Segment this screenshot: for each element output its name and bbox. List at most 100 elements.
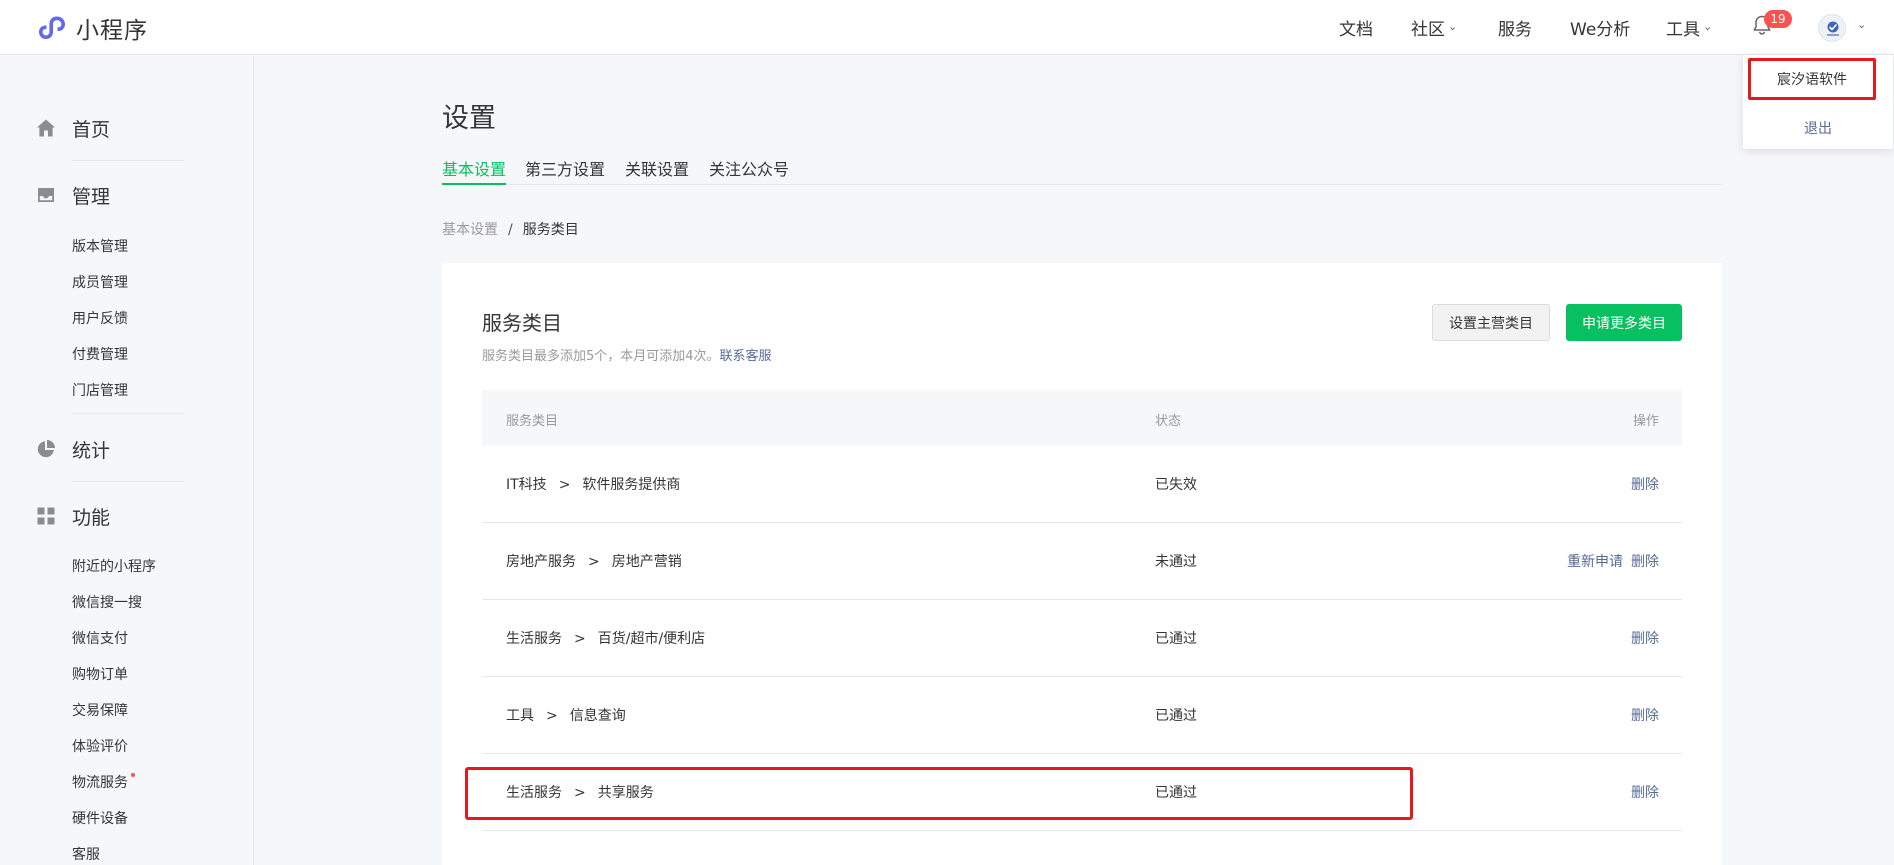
section-description: 服务类目最多添加5个，本月可添加4次。联系客服 (482, 345, 772, 364)
home-icon (37, 119, 55, 137)
nav-services-label: 服务 (1498, 20, 1532, 40)
breadcrumb-parent[interactable]: 基本设置 (442, 222, 498, 238)
delete-link[interactable]: 删除 (1631, 631, 1659, 647)
secondary-category: 软件服务提供商 (582, 477, 681, 493)
nav-community-label: 社区 (1411, 20, 1445, 40)
set-main-category-button[interactable]: 设置主营类目 (1432, 304, 1550, 341)
description-text: 服务类目最多添加5个，本月可添加4次。 (482, 349, 720, 364)
status-cell: 未通过 (1155, 554, 1197, 570)
category-arrow: > (558, 477, 571, 493)
settings-tabs: 基本设置 第三方设置 关联设置 关注公众号 (442, 156, 1722, 185)
primary-category: 房地产服务 (506, 554, 576, 570)
nav-we-analysis-label: We分析 (1570, 20, 1631, 40)
sidebar-item-customer-service[interactable]: 客服 (72, 844, 100, 864)
table-row: 生活服务 > 共享服务 已通过 删除 (482, 754, 1682, 831)
sidebar-item-logistics[interactable]: 物流服务 (72, 772, 135, 792)
sidebar-item-manage[interactable]: 管理 (36, 181, 110, 209)
inbox-icon (38, 188, 54, 202)
column-header-status: 状态 (1155, 414, 1182, 429)
table-row: 工具 > 信息查询 已通过 删除 (482, 677, 1682, 754)
category-cell: 生活服务 > 百货/超市/便利店 (506, 628, 705, 648)
chevron-down-icon: ⌄ (1448, 20, 1458, 33)
sidebar-item-experience-review[interactable]: 体验评价 (72, 736, 128, 756)
primary-category: 生活服务 (506, 631, 562, 647)
actions-cell: 删除 (1631, 474, 1659, 494)
sidebar-item-statistics[interactable]: 统计 (36, 435, 110, 463)
category-cell: IT科技 > 软件服务提供商 (506, 474, 680, 494)
column-header-category: 服务类目 (506, 414, 559, 429)
notification-badge: 19 (1764, 10, 1792, 28)
secondary-category: 信息查询 (569, 708, 626, 724)
nav-we-analysis[interactable]: We分析 (1570, 0, 1630, 55)
delete-link[interactable]: 删除 (1631, 708, 1659, 724)
pie-chart-icon (37, 440, 55, 458)
secondary-category: 百货/超市/便利店 (597, 631, 706, 647)
table-row: 房地产服务 > 房地产营销 未通过 重新申请 删除 (482, 523, 1682, 600)
sidebar-item-wechat-search[interactable]: 微信搜一搜 (72, 592, 142, 612)
actions-cell: 删除 (1631, 705, 1659, 725)
page-title: 设置 (442, 103, 496, 134)
chevron-down-icon[interactable]: ⌄ (1857, 18, 1866, 31)
tab-third-party-settings[interactable]: 第三方设置 (525, 156, 605, 185)
sidebar-item-label: 统计 (72, 439, 111, 462)
tab-follow-official-account[interactable]: 关注公众号 (709, 156, 789, 185)
category-arrow: > (574, 631, 586, 647)
chevron-down-icon: ⌄ (1703, 20, 1713, 33)
grid-icon (37, 507, 55, 525)
primary-category: IT科技 (506, 477, 547, 493)
tab-basic-settings[interactable]: 基本设置 (442, 156, 507, 185)
sidebar-item-payment-manage[interactable]: 付费管理 (72, 344, 128, 364)
category-arrow: > (574, 785, 586, 801)
sidebar-item-trade-guarantee[interactable]: 交易保障 (72, 700, 128, 720)
table-row: 生活服务 > 百货/超市/便利店 已通过 删除 (482, 600, 1682, 677)
nav-docs[interactable]: 文档 (1339, 0, 1373, 55)
logo[interactable]: 小程序 (36, 11, 148, 45)
sidebar-item-label: 功能 (72, 506, 111, 529)
app-name: 小程序 (76, 18, 148, 44)
nav-docs-label: 文档 (1339, 20, 1373, 40)
new-dot (131, 773, 135, 777)
delete-link[interactable]: 删除 (1631, 477, 1659, 493)
table-header: 服务类目 状态 操作 (482, 390, 1682, 446)
nav-community[interactable]: 社区 ⌄ (1411, 0, 1457, 55)
tab-association-settings[interactable]: 关联设置 (625, 156, 689, 185)
secondary-category: 房地产营销 (611, 554, 682, 570)
nav-tools-label: 工具 (1666, 20, 1700, 40)
sidebar-item-member-manage[interactable]: 成员管理 (72, 272, 128, 292)
delete-link[interactable]: 删除 (1631, 785, 1659, 801)
secondary-category: 共享服务 (597, 785, 654, 801)
account-name[interactable]: 宸汐语软件 (1748, 58, 1876, 100)
nav-tools[interactable]: 工具 ⌄ (1666, 0, 1712, 55)
actions-cell: 删除 (1631, 782, 1659, 802)
sidebar-divider (72, 160, 184, 161)
sidebar-item-nearby-miniprogram[interactable]: 附近的小程序 (72, 556, 156, 576)
actions-cell: 重新申请 删除 (1567, 551, 1659, 571)
delete-link[interactable]: 删除 (1631, 554, 1659, 570)
nav-services[interactable]: 服务 (1498, 0, 1532, 55)
sidebar-item-label: 物流服务 (72, 775, 128, 791)
avatar[interactable] (1818, 14, 1846, 42)
sidebar-item-wechat-pay[interactable]: 微信支付 (72, 628, 128, 648)
logout-link[interactable]: 退出 (1743, 118, 1893, 138)
breadcrumb-separator: / (508, 222, 513, 238)
sidebar-divider (72, 481, 184, 482)
sidebar-item-features[interactable]: 功能 (36, 502, 110, 530)
contact-support-link[interactable]: 联系客服 (720, 349, 772, 364)
category-cell: 工具 > 信息查询 (506, 705, 626, 725)
status-cell: 已通过 (1155, 631, 1197, 647)
category-arrow: > (588, 554, 600, 570)
category-arrow: > (546, 708, 558, 724)
sidebar-item-version-manage[interactable]: 版本管理 (72, 236, 128, 256)
primary-category: 工具 (506, 708, 534, 724)
account-dropdown: 宸汐语软件 退出 (1743, 55, 1893, 149)
reapply-link[interactable]: 重新申请 (1567, 554, 1623, 570)
sidebar-item-user-feedback[interactable]: 用户反馈 (72, 308, 128, 328)
sidebar-item-shopping-orders[interactable]: 购物订单 (72, 664, 128, 684)
sidebar-item-store-manage[interactable]: 门店管理 (72, 380, 128, 400)
table-row: IT科技 > 软件服务提供商 已失效 删除 (482, 446, 1682, 523)
breadcrumb-current: 服务类目 (522, 222, 579, 238)
apply-more-categories-button[interactable]: 申请更多类目 (1566, 304, 1682, 341)
sidebar-item-home[interactable]: 首页 (36, 114, 110, 142)
sidebar-item-hardware[interactable]: 硬件设备 (72, 808, 128, 828)
primary-category: 生活服务 (506, 785, 562, 801)
